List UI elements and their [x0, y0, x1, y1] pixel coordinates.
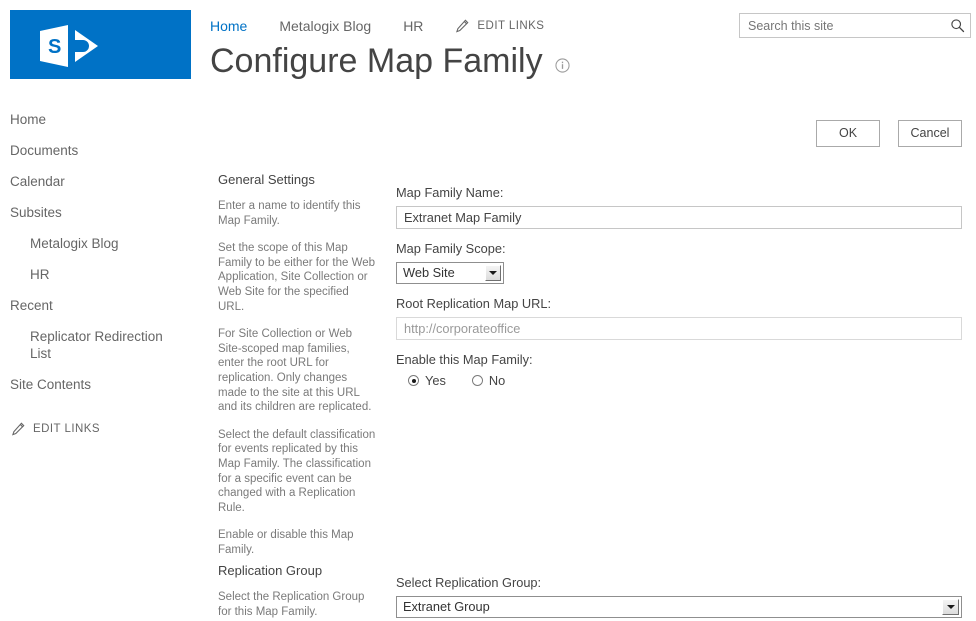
general-settings-heading: General Settings [218, 172, 315, 187]
sidebar-item-hr[interactable]: HR [0, 259, 200, 290]
field-root-replication-map-url: Root Replication Map URL: [396, 296, 962, 340]
field-map-family-scope: Map Family Scope: Web Site [396, 241, 962, 284]
search-input[interactable] [740, 14, 944, 37]
sidebar-item-documents[interactable]: Documents [0, 135, 200, 166]
chevron-down-icon[interactable] [942, 599, 959, 615]
top-nav-link-home[interactable]: Home [210, 18, 247, 34]
radio-unselected-icon [471, 375, 483, 386]
top-navigation: Home Metalogix Blog HR EDIT LINKS [210, 15, 544, 37]
info-icon[interactable] [554, 57, 570, 73]
general-settings-form: Map Family Name: Map Family Scope: Web S… [396, 185, 962, 388]
enable-map-family-radio-yes-label: Yes [425, 373, 446, 388]
enable-map-family-radio-group: Yes No [396, 373, 962, 388]
top-nav-link-metalogix-blog[interactable]: Metalogix Blog [279, 18, 371, 34]
select-replication-group-label: Select Replication Group: [396, 575, 542, 590]
general-settings-paragraph: Set the scope of this Map Family to be e… [218, 242, 376, 313]
sidebar-item-replicator-redirection-list[interactable]: Replicator Redirection List [0, 321, 175, 369]
page-title: Configure Map Family [210, 42, 543, 80]
root-replication-map-url-input[interactable] [396, 317, 962, 340]
map-family-scope-select[interactable]: Web Site [396, 262, 504, 284]
select-replication-group-value: Extranet Group [403, 599, 490, 614]
map-family-scope-label: Map Family Scope: [396, 241, 506, 256]
replication-group-description: Replication Group Select the Replication… [218, 563, 378, 619]
sidebar-item-recent[interactable]: Recent [0, 290, 200, 321]
map-family-name-input[interactable] [396, 206, 962, 229]
field-enable-map-family: Enable this Map Family: Yes No [396, 352, 962, 388]
root-replication-map-url-label: Root Replication Map URL: [396, 296, 552, 311]
search-icon[interactable] [944, 14, 970, 37]
field-select-replication-group: Select Replication Group: Extranet Group [396, 575, 962, 618]
general-settings-paragraph: Enable or disable this Map Family. [218, 529, 354, 556]
ok-button[interactable]: OK [816, 120, 880, 147]
enable-map-family-radio-yes[interactable]: Yes [408, 373, 446, 388]
sharepoint-logo-icon: S [40, 25, 98, 67]
enable-map-family-radio-no[interactable]: No [471, 373, 506, 388]
general-settings-paragraph: Enter a name to identify this Map Family… [218, 200, 361, 227]
sidebar-edit-links-label: EDIT LINKS [33, 423, 101, 435]
sidebar-item-metalogix-blog[interactable]: Metalogix Blog [0, 228, 200, 259]
sidebar-item-home[interactable]: Home [0, 104, 200, 135]
radio-selected-icon [408, 375, 419, 386]
replication-group-form: Select Replication Group: Extranet Group [396, 575, 962, 618]
form-action-buttons: OK Cancel [816, 120, 962, 147]
select-replication-group-select[interactable]: Extranet Group [396, 596, 962, 618]
svg-text:S: S [48, 36, 61, 58]
enable-map-family-label: Enable this Map Family: [396, 352, 533, 367]
general-settings-paragraph: Select the default classification for ev… [218, 428, 376, 514]
left-sidebar: Home Documents Calendar Subsites Metalog… [0, 104, 200, 436]
suite-bar: S Home Metalogix Blog HR EDIT LINKS Conf… [0, 0, 976, 100]
top-nav-link-hr[interactable]: HR [403, 18, 423, 34]
pencil-icon [12, 422, 25, 436]
sidebar-edit-links-button[interactable]: EDIT LINKS [0, 412, 200, 436]
page-title-row: Configure Map Family [210, 40, 570, 82]
top-nav-edit-links-button[interactable]: EDIT LINKS [455, 19, 544, 33]
cancel-button[interactable]: Cancel [898, 120, 962, 147]
map-family-scope-value: Web Site [403, 265, 455, 280]
sidebar-item-calendar[interactable]: Calendar [0, 166, 200, 197]
pencil-icon [456, 19, 469, 33]
general-settings-description: General Settings Enter a name to identif… [218, 172, 378, 557]
chevron-down-icon[interactable] [485, 265, 501, 281]
top-nav-edit-links-label: EDIT LINKS [477, 20, 545, 32]
sidebar-item-site-contents[interactable]: Site Contents [0, 369, 200, 400]
general-settings-paragraph: For Site Collection or Web Site-scoped m… [218, 328, 372, 414]
site-logo-tile[interactable]: S [10, 10, 191, 79]
map-family-name-label: Map Family Name: [396, 185, 504, 200]
enable-map-family-radio-no-label: No [488, 373, 506, 388]
replication-group-paragraph: Select the Replication Group for this Ma… [218, 591, 365, 618]
field-map-family-name: Map Family Name: [396, 185, 962, 229]
sidebar-item-subsites[interactable]: Subsites [0, 197, 200, 228]
replication-group-heading: Replication Group [218, 563, 323, 578]
search-box[interactable] [739, 13, 971, 38]
